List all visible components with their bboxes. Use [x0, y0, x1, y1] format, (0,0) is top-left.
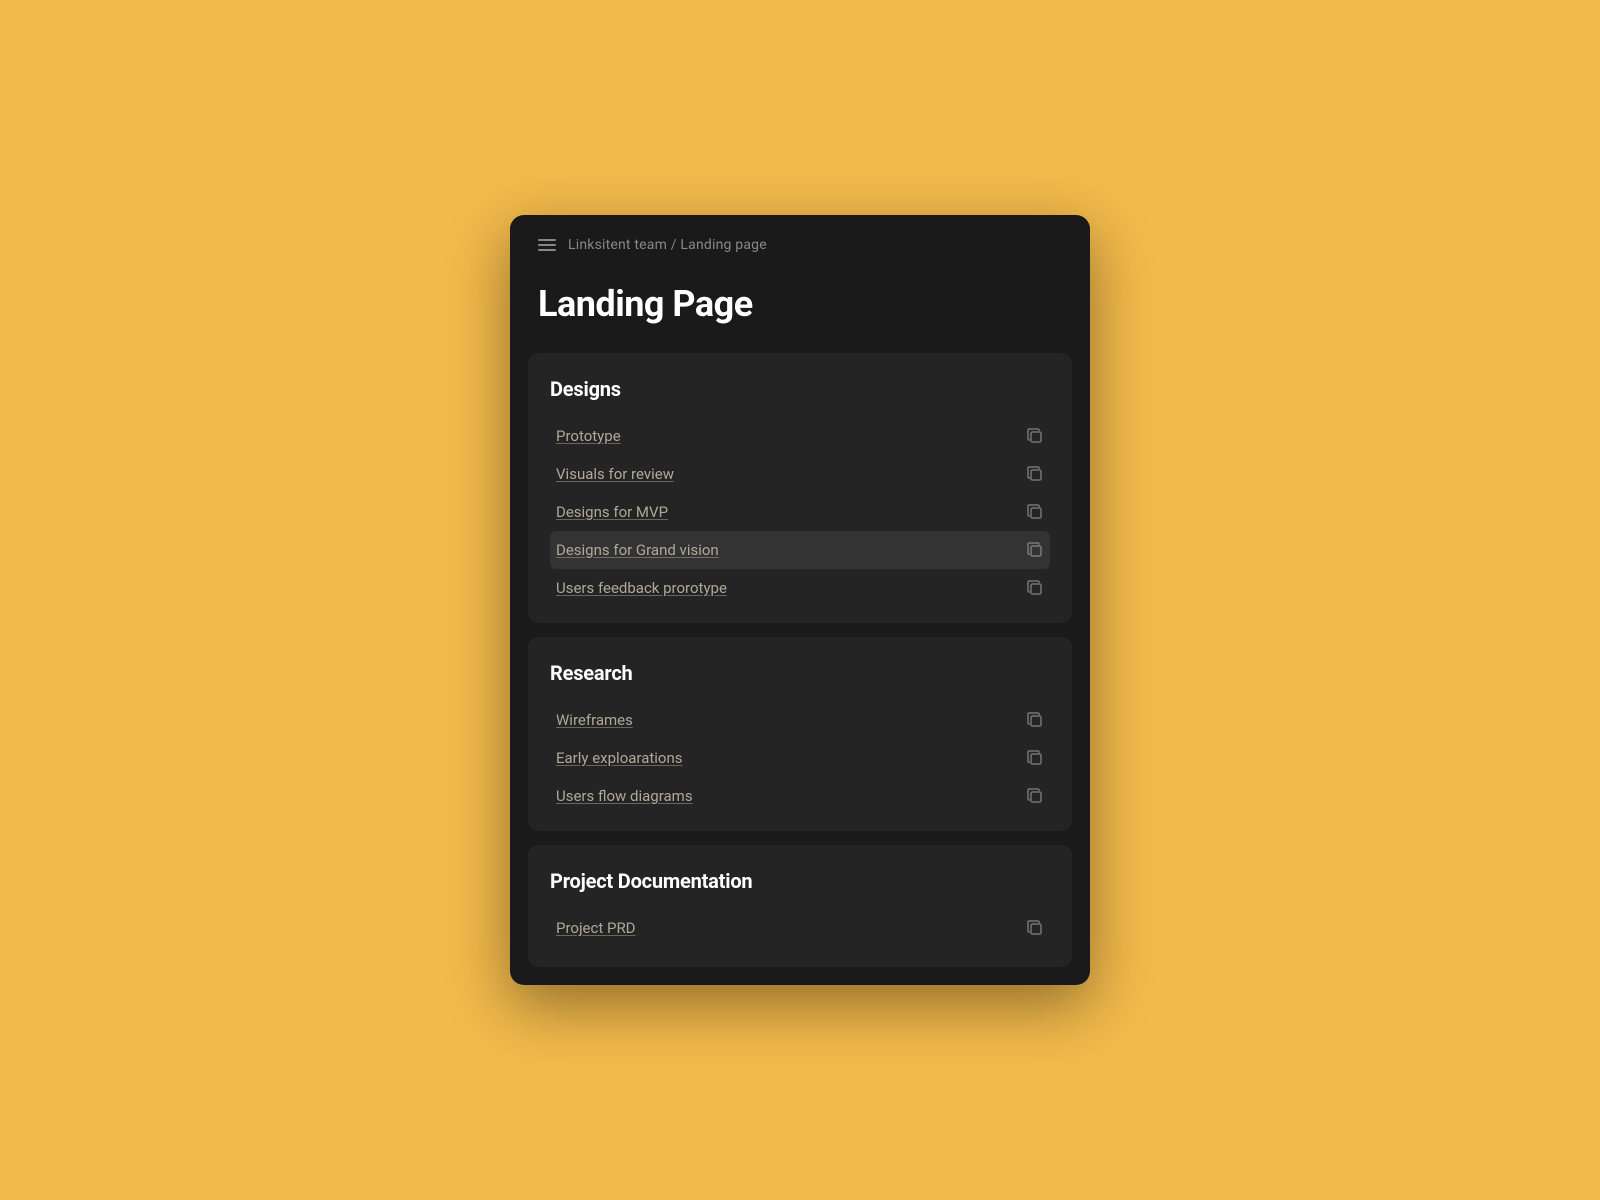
copy-icon-designs-for-grand-vision[interactable] — [1026, 541, 1044, 559]
list-item-project-prd[interactable]: Project PRD — [550, 909, 1050, 947]
item-label-visuals-for-review: Visuals for review — [556, 465, 674, 483]
page-title-section: Landing Page — [510, 267, 1090, 353]
list-item-designs-for-grand-vision[interactable]: Designs for Grand vision — [550, 531, 1050, 569]
section-project-documentation: Project Documentation Project PRD — [528, 845, 1072, 967]
breadcrumb: Linksitent team / Landing page — [568, 237, 767, 253]
copy-icon-users-feedback-prototype[interactable] — [1026, 579, 1044, 597]
section-title-project-documentation: Project Documentation — [550, 869, 1050, 893]
item-label-users-feedback-prototype: Users feedback prorotype — [556, 579, 727, 597]
section-research: Research Wireframes Early exploarations — [528, 637, 1072, 831]
copy-icon-visuals-for-review[interactable] — [1026, 465, 1044, 483]
item-label-designs-for-mvp: Designs for MVP — [556, 503, 668, 521]
list-item-users-flow-diagrams[interactable]: Users flow diagrams — [550, 777, 1050, 815]
copy-icon-designs-for-mvp[interactable] — [1026, 503, 1044, 521]
list-item-designs-for-mvp[interactable]: Designs for MVP — [550, 493, 1050, 531]
menu-icon[interactable] — [538, 239, 556, 251]
list-item-prototype[interactable]: Prototype — [550, 417, 1050, 455]
content-area: Designs Prototype Visuals for review — [510, 353, 1090, 985]
copy-icon-project-prd[interactable] — [1026, 919, 1044, 937]
list-item-early-explorations[interactable]: Early exploarations — [550, 739, 1050, 777]
copy-icon-wireframes[interactable] — [1026, 711, 1044, 729]
list-item-users-feedback-prototype[interactable]: Users feedback prorotype — [550, 569, 1050, 607]
main-window: Linksitent team / Landing page Landing P… — [510, 215, 1090, 985]
list-item-wireframes[interactable]: Wireframes — [550, 701, 1050, 739]
item-label-users-flow-diagrams: Users flow diagrams — [556, 787, 693, 805]
item-label-wireframes: Wireframes — [556, 711, 633, 729]
section-title-designs: Designs — [550, 377, 1050, 401]
list-item-visuals-for-review[interactable]: Visuals for review — [550, 455, 1050, 493]
item-label-project-prd: Project PRD — [556, 919, 636, 937]
section-title-research: Research — [550, 661, 1050, 685]
top-bar: Linksitent team / Landing page — [510, 215, 1090, 267]
copy-icon-early-explorations[interactable] — [1026, 749, 1044, 767]
copy-icon-users-flow-diagrams[interactable] — [1026, 787, 1044, 805]
copy-icon-prototype[interactable] — [1026, 427, 1044, 445]
item-label-early-explorations: Early exploarations — [556, 749, 683, 767]
section-designs: Designs Prototype Visuals for review — [528, 353, 1072, 623]
page-title: Landing Page — [538, 283, 1062, 325]
item-label-prototype: Prototype — [556, 427, 621, 445]
item-label-designs-for-grand-vision: Designs for Grand vision — [556, 541, 719, 559]
